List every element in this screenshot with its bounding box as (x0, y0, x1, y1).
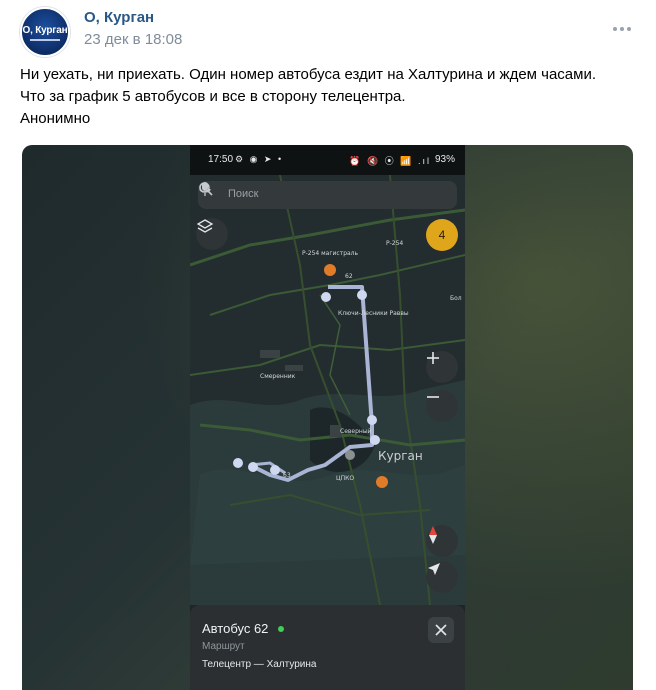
post-header: О, Курган О, Курган 23 дек в 18:08 (20, 7, 640, 57)
status-bar: 17:50 ⚙ ◉ ➤ • ⏰ 🔇 ⦿ 📶 .ıl 93% (190, 145, 465, 175)
post-text: Ни уехать, ни приехать. Один номер автоб… (20, 64, 640, 130)
compass-button[interactable] (426, 525, 458, 557)
map-label-district: Смеренник (260, 373, 296, 380)
phone-screenshot: 17:50 ⚙ ◉ ➤ • ⏰ 🔇 ⦿ 📶 .ıl 93% Р-254 маги… (190, 145, 465, 690)
group-name-link[interactable]: О, Курган (84, 9, 154, 26)
route-info-sheet: Автобус 62 Маршрут Телецентр — Халтурина (190, 605, 465, 690)
avatar-underline (30, 39, 60, 41)
map-label-district: Бол (450, 295, 462, 302)
avatar-label: О, Курган (22, 25, 68, 36)
notification-badge-button[interactable]: 4 (426, 219, 458, 251)
battery-level: 93% (434, 154, 455, 165)
close-button[interactable] (428, 617, 454, 643)
map-canvas: Р-254 магистраль Р-254 Ключи-Лесники Рав… (190, 175, 465, 605)
microphone-icon[interactable] (198, 181, 212, 197)
search-bar[interactable]: Поиск (198, 181, 457, 209)
minus-icon (427, 396, 439, 398)
layers-icon (196, 219, 214, 233)
close-icon (435, 624, 447, 636)
status-right-icons: ⏰ 🔇 ⦿ 📶 .ıl (349, 156, 431, 166)
more-dots-icon[interactable] (610, 21, 634, 37)
map-view: Р-254 магистраль Р-254 Ключи-Лесники Рав… (190, 175, 465, 605)
group-avatar[interactable]: О, Курган (20, 7, 70, 57)
post-date[interactable]: 23 дек в 18:08 (84, 31, 182, 48)
map-label-road-sign: Р-254 (386, 240, 403, 247)
layers-button[interactable] (196, 218, 228, 250)
map-label-road: Р-254 магистраль (302, 250, 359, 257)
map-label-district: Северный (340, 428, 372, 435)
plus-icon (427, 352, 439, 364)
location-arrow-icon (428, 563, 440, 575)
compass-icon (429, 526, 437, 544)
map-label-park: ЦПКО (336, 475, 354, 482)
search-input[interactable]: Поиск (228, 188, 258, 200)
status-left-icons: ⚙ ◉ ➤ • (235, 154, 284, 164)
route-title: Автобус 62 (202, 621, 269, 636)
post-text-line: Ни уехать, ни приехать. Один номер автоб… (20, 66, 596, 83)
map-label-city: Курган (378, 449, 423, 463)
route-endpoints: Телецентр — Халтурина (202, 659, 317, 670)
route-number-label: 62 (345, 273, 353, 280)
map-label-district: Ключи-Лесники Раввы (338, 310, 409, 317)
route-number-label: 63 (283, 472, 291, 479)
zoom-out-button[interactable] (426, 390, 458, 422)
post-text-line: Что за график 5 автобусов и все в сторон… (20, 88, 406, 105)
photo-attachment[interactable]: 17:50 ⚙ ◉ ➤ • ⏰ 🔇 ⦿ 📶 .ıl 93% Р-254 маги… (22, 145, 633, 690)
status-time: 17:50 (208, 154, 234, 165)
post-text-line: Анонимно (20, 110, 91, 127)
live-indicator (278, 626, 284, 632)
zoom-in-button[interactable] (426, 351, 458, 383)
route-subtitle: Маршрут (202, 641, 245, 652)
my-location-button[interactable] (426, 561, 458, 593)
